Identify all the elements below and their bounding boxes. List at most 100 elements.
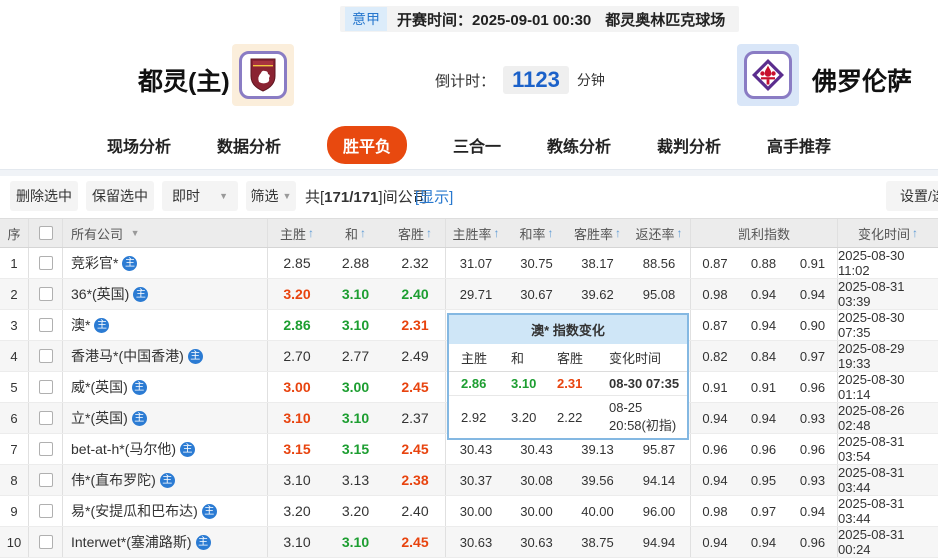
- filter-button[interactable]: 筛选 ▼: [246, 181, 296, 211]
- company-name[interactable]: 伟*(直布罗陀): [71, 470, 156, 490]
- odds-value[interactable]: 2.70: [267, 341, 326, 371]
- company-cell[interactable]: 伟*(直布罗陀) 主: [62, 465, 267, 495]
- odds-value[interactable]: 3.15: [267, 434, 326, 464]
- odds-value[interactable]: 3.15: [326, 434, 385, 464]
- tab-data-analysis[interactable]: 数据分析: [217, 133, 281, 157]
- odds-value[interactable]: 2.77: [326, 341, 385, 371]
- company-name[interactable]: 香港马*(中国香港): [71, 346, 184, 366]
- odds-value[interactable]: 2.32: [385, 248, 445, 278]
- odds-value[interactable]: 3.20: [326, 496, 385, 526]
- company-cell[interactable]: bet-at-h*(马尔他)主: [62, 434, 267, 464]
- company-cell[interactable]: 香港马*(中国香港) 主: [62, 341, 267, 371]
- row-checkbox[interactable]: [39, 256, 53, 270]
- odds-value[interactable]: 3.10: [267, 527, 326, 557]
- odds-value[interactable]: 3.10: [267, 403, 326, 433]
- sort-up-icon: ↑: [426, 226, 432, 240]
- header-home-rate[interactable]: 主胜率↑: [445, 219, 506, 247]
- row-seq: 4: [0, 341, 28, 371]
- tab-referee-analysis[interactable]: 裁判分析: [657, 133, 721, 157]
- header-away-odds[interactable]: 客胜↑: [385, 219, 445, 247]
- chevron-down-icon: ▼: [283, 191, 292, 201]
- row-seq: 5: [0, 372, 28, 402]
- header-home-odds[interactable]: 主胜↑: [267, 219, 326, 247]
- company-cell[interactable]: Interwet*(塞浦路斯)主: [62, 527, 267, 557]
- row-checkbox[interactable]: [39, 287, 53, 301]
- odds-value[interactable]: 3.13: [326, 465, 385, 495]
- company-name[interactable]: bet-at-h*(马尔他): [71, 439, 176, 459]
- company-name[interactable]: 易*(安提瓜和巴布达): [71, 501, 198, 521]
- fiorentina-crest-icon: [751, 58, 785, 92]
- row-checkbox[interactable]: [39, 411, 53, 425]
- home-badge-icon: 主: [160, 473, 175, 488]
- tab-three-in-one[interactable]: 三合一: [453, 133, 501, 157]
- odds-value[interactable]: 3.10: [326, 527, 385, 557]
- odds-value[interactable]: 3.20: [267, 279, 326, 309]
- odds-value[interactable]: 3.20: [267, 496, 326, 526]
- company-cell[interactable]: 易*(安提瓜和巴布达)主: [62, 496, 267, 526]
- row-checkbox[interactable]: [39, 349, 53, 363]
- show-link[interactable]: [显示]: [415, 186, 453, 207]
- header-draw-rate[interactable]: 和率↑: [506, 219, 567, 247]
- keep-selected-button[interactable]: 保留选中: [86, 181, 154, 211]
- header-return-rate[interactable]: 返还率↑: [628, 219, 690, 247]
- row-checkbox[interactable]: [39, 380, 53, 394]
- odds-value[interactable]: 3.10: [267, 465, 326, 495]
- odds-mode-select[interactable]: 即时 ▼: [162, 181, 238, 211]
- header-draw-odds[interactable]: 和↑: [326, 219, 385, 247]
- company-cell[interactable]: 澳*主: [62, 310, 267, 340]
- tab-expert-picks[interactable]: 高手推荐: [767, 133, 831, 157]
- select-all-checkbox[interactable]: [39, 226, 53, 240]
- delete-selected-button[interactable]: 删除选中: [10, 181, 78, 211]
- company-cell[interactable]: 威*(英国)主: [62, 372, 267, 402]
- company-name[interactable]: 36*(英国): [71, 284, 129, 304]
- odds-value[interactable]: 2.45: [385, 372, 445, 402]
- odds-value[interactable]: 2.88: [326, 248, 385, 278]
- odds-value[interactable]: 2.45: [385, 527, 445, 557]
- odds-value[interactable]: 3.10: [326, 279, 385, 309]
- kelly-value: 0.94: [739, 527, 788, 557]
- odds-value[interactable]: 2.86: [267, 310, 326, 340]
- kelly-value: 0.96: [788, 434, 837, 464]
- header-company[interactable]: 所有公司 ▼: [62, 219, 267, 247]
- odds-value[interactable]: 2.31: [385, 310, 445, 340]
- company-name[interactable]: 威*(英国): [71, 377, 128, 397]
- header-change-time[interactable]: 变化时间↑: [837, 219, 938, 247]
- settings-button[interactable]: 设置/选: [886, 181, 938, 211]
- company-cell[interactable]: 36*(英国)主: [62, 279, 267, 309]
- company-name[interactable]: 澳*: [71, 315, 90, 335]
- row-checkbox[interactable]: [39, 504, 53, 518]
- odds-value[interactable]: 3.10: [326, 310, 385, 340]
- kelly-value: 0.90: [788, 310, 837, 340]
- kelly-value: 0.94: [690, 403, 739, 433]
- odds-value[interactable]: 2.37: [385, 403, 445, 433]
- odds-value[interactable]: 2.49: [385, 341, 445, 371]
- row-checkbox[interactable]: [39, 535, 53, 549]
- kelly-value: 0.94: [739, 279, 788, 309]
- odds-value[interactable]: 2.40: [385, 279, 445, 309]
- row-checkbox[interactable]: [39, 473, 53, 487]
- venue: 都灵奥林匹克球场: [605, 9, 725, 30]
- company-cell[interactable]: 竞彩官*主: [62, 248, 267, 278]
- league-badge[interactable]: 意甲: [345, 7, 387, 31]
- odds-value[interactable]: 3.00: [326, 372, 385, 402]
- home-badge-icon: 主: [188, 349, 203, 364]
- odds-value[interactable]: 3.00: [267, 372, 326, 402]
- company-name[interactable]: 立*(英国): [71, 408, 128, 428]
- header-away-rate[interactable]: 客胜率↑: [567, 219, 628, 247]
- odds-value[interactable]: 2.38: [385, 465, 445, 495]
- odds-value[interactable]: 2.45: [385, 434, 445, 464]
- row-checkbox[interactable]: [39, 442, 53, 456]
- header-checkbox-cell: [28, 219, 62, 247]
- tab-coach-analysis[interactable]: 教练分析: [547, 133, 611, 157]
- popup-title: 澳* 指数变化: [449, 315, 687, 344]
- row-checkbox-cell: [28, 403, 62, 433]
- odds-value[interactable]: 3.10: [326, 403, 385, 433]
- company-name[interactable]: Interwet*(塞浦路斯): [71, 532, 192, 552]
- tab-live-analysis[interactable]: 现场分析: [107, 133, 171, 157]
- row-checkbox[interactable]: [39, 318, 53, 332]
- odds-value[interactable]: 2.40: [385, 496, 445, 526]
- company-cell[interactable]: 立*(英国)主: [62, 403, 267, 433]
- company-name[interactable]: 竞彩官*: [71, 253, 118, 273]
- odds-value[interactable]: 2.85: [267, 248, 326, 278]
- tab-win-draw-lose[interactable]: 胜平负: [327, 126, 407, 164]
